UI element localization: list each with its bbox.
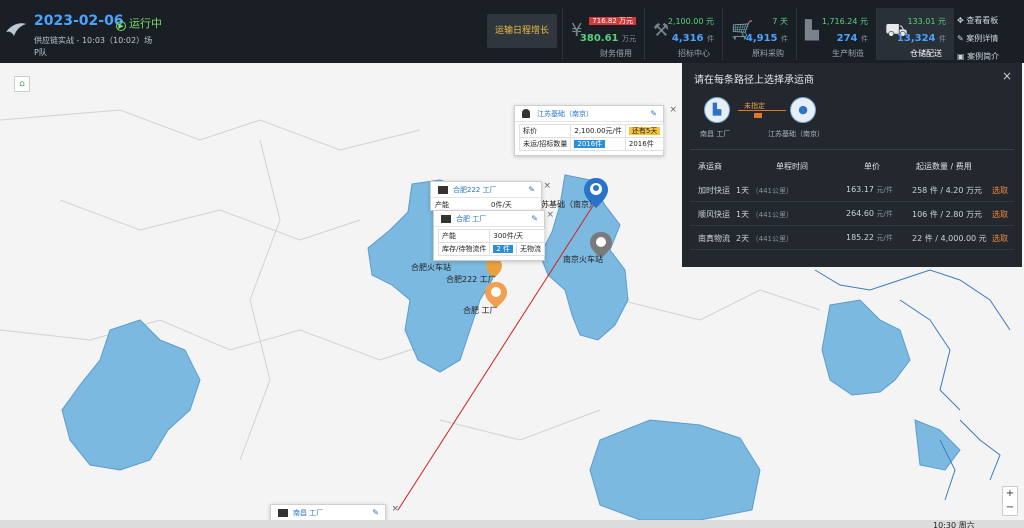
clock: 10:30 周六 bbox=[933, 521, 975, 528]
gavel-icon: ⚒ bbox=[653, 20, 670, 41]
region-east bbox=[914, 419, 961, 471]
popup-jiangsu: 江苏基础（南京） ✎ × 标价 2,100.00元/件 还有5天 未运/招标数量… bbox=[514, 105, 677, 156]
label-nanjing-station: 南京火车站 bbox=[563, 255, 603, 264]
factory-icon: ▙ bbox=[805, 20, 819, 41]
days-left-badge: 还有5天 bbox=[628, 127, 661, 135]
select-carrier-button[interactable]: 选取 bbox=[992, 185, 1008, 196]
close-icon[interactable]: × bbox=[391, 501, 399, 517]
stat-production[interactable]: ▙ 1,716.24 元 274 件 生产制造 bbox=[796, 8, 876, 60]
region-south bbox=[589, 419, 761, 521]
region-wuhan bbox=[61, 319, 201, 471]
zoom-control: + − bbox=[1002, 486, 1018, 516]
taskbar bbox=[0, 520, 1024, 528]
edit-icon[interactable]: ✎ bbox=[531, 211, 538, 227]
factory-icon bbox=[278, 509, 288, 517]
person-icon: ● bbox=[790, 97, 816, 123]
factory-icon bbox=[441, 215, 451, 223]
label-jiangsu: 江苏基础（南京） bbox=[533, 200, 597, 209]
carrier-row: 南真物流 2天 （441公里） 185.22 元/件 22 件 / 4,000.… bbox=[690, 226, 1014, 250]
close-icon[interactable]: × bbox=[1002, 69, 1012, 83]
label-hefei-factory: 合肥 工厂 bbox=[463, 306, 498, 315]
route-status: 未指定 bbox=[744, 102, 765, 110]
grow-button[interactable]: 运输日程增长 bbox=[487, 14, 557, 48]
person-icon bbox=[522, 109, 530, 118]
stat-finance[interactable]: ¥ 716.82 万元 380.61 万元 财务借用 bbox=[562, 8, 644, 60]
factory-icon bbox=[438, 186, 448, 194]
link-dashboard[interactable]: ✥ 查看看板 bbox=[957, 12, 999, 30]
stat-warehouse[interactable]: ⛟ 133.01 元 13,324 件 仓储配送 bbox=[876, 8, 954, 60]
edit-icon[interactable]: ✎ bbox=[372, 505, 379, 521]
carrier-row: 加时快运 1天 （441公里） 163.17 元/件 258 件 / 4.20 … bbox=[690, 178, 1014, 202]
zoom-in-button[interactable]: + bbox=[1003, 487, 1017, 501]
close-icon[interactable]: × bbox=[546, 207, 554, 223]
select-carrier-button[interactable]: 选取 bbox=[992, 233, 1008, 244]
carrier-row: 顺风快运 1天 （441公里） 264.60 元/件 106 件 / 2.80 … bbox=[690, 202, 1014, 226]
top-bar: 2023-02-06 ▶ 运行中 供应链实战 - 10:03（10:02）场 P队… bbox=[0, 0, 1024, 63]
label-hefei222: 合肥222 工厂 bbox=[446, 275, 496, 284]
truck-icon bbox=[754, 113, 762, 118]
select-carrier-button[interactable]: 选取 bbox=[992, 209, 1008, 220]
run-status: ▶ 运行中 bbox=[116, 15, 162, 31]
play-icon: ▶ bbox=[116, 21, 126, 31]
session-date: 2023-02-06 bbox=[34, 13, 124, 29]
logo-icon bbox=[6, 23, 26, 36]
edit-icon[interactable]: ✎ bbox=[650, 106, 657, 122]
link-case-detail[interactable]: ✎ 案例详情 bbox=[957, 30, 999, 48]
popup-hefei222: 合肥222 工厂 ✎ × 产能 0件/天 bbox=[430, 181, 551, 211]
stat-purchase[interactable]: 🛒 7 天 4,915 件 原料采购 bbox=[722, 8, 796, 60]
edit-icon[interactable]: ✎ bbox=[528, 182, 535, 198]
close-icon[interactable]: × bbox=[543, 178, 551, 194]
popup-hefei: 合肥 工厂 ✎ × 产能 300件/天 库存/待物流件 2 件 无物流 bbox=[433, 210, 554, 261]
route-diagram: ▙ 南昌 工厂 未指定 ● 江苏基础（南京） bbox=[694, 93, 1010, 145]
carrier-panel: 请在每条路径上选择承运商 × ▙ 南昌 工厂 未指定 ● 江苏基础（南京） 承运… bbox=[682, 63, 1022, 267]
region-shanghai bbox=[821, 299, 911, 396]
team-name: P队 bbox=[34, 48, 47, 57]
home-button[interactable]: ⌂ bbox=[14, 76, 30, 92]
zoom-out-button[interactable]: − bbox=[1003, 501, 1017, 515]
close-icon[interactable]: × bbox=[669, 102, 677, 118]
right-links: ✥ 查看看板 ✎ 案例详情 ▣ 案例简介 bbox=[957, 12, 999, 66]
stat-bidding[interactable]: ⚒ 2,100.00 元 4,316 件 招标中心 bbox=[644, 8, 722, 60]
panel-title: 请在每条路径上选择承运商 bbox=[694, 75, 814, 86]
label-hefei-station: 合肥火车站 bbox=[411, 263, 451, 272]
session-info: 供应链实战 - 10:03（10:02）场 bbox=[34, 36, 153, 45]
factory-icon: ▙ bbox=[704, 97, 730, 123]
